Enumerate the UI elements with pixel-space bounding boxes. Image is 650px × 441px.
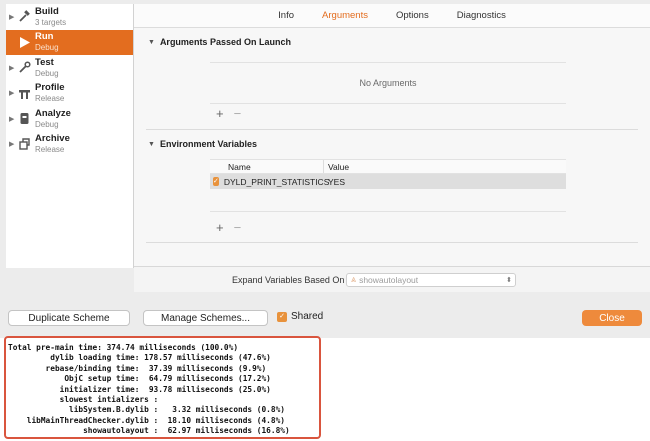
chevron-updown-icon: ⬍ xyxy=(506,276,512,284)
remove-argument-button[interactable]: − xyxy=(234,106,242,121)
environment-section-header[interactable]: ▼ Environment Variables xyxy=(148,139,257,149)
arguments-section-header[interactable]: ▼ Arguments Passed On Launch xyxy=(148,37,291,47)
disclosure-triangle-icon[interactable]: ▶ xyxy=(9,140,17,148)
console-line: libSystem.B.dylib : 3.32 milliseconds (0… xyxy=(8,405,285,415)
sidebar-item-label: Archive xyxy=(35,133,70,145)
console-output-highlight: Total pre-main time: 374.74 milliseconds… xyxy=(4,336,321,439)
sidebar-item-sublabel: Debug xyxy=(35,43,59,53)
environment-variables-table: Name Value ✓ DYLD_PRINT_STATISTICS YES xyxy=(210,159,566,212)
shared-checkbox-group[interactable]: ✓ Shared xyxy=(277,311,323,322)
manage-schemes-button[interactable]: Manage Schemes... xyxy=(143,310,268,326)
column-header-value[interactable]: Value xyxy=(324,162,349,172)
sidebar-item-sublabel: 3 targets xyxy=(35,17,67,27)
env-variable-name[interactable]: DYLD_PRINT_STATISTICS xyxy=(224,177,329,187)
console-line: showautolayout : 62.97 milliseconds (16.… xyxy=(8,426,290,436)
arguments-section-title: Arguments Passed On Launch xyxy=(159,37,291,47)
disclosure-triangle-icon[interactable]: ▶ xyxy=(9,115,17,123)
console-line: dylib loading time: 178.57 milliseconds … xyxy=(8,353,271,363)
instruments-icon xyxy=(17,86,31,100)
table-header: Name Value xyxy=(210,159,566,174)
tab-options[interactable]: Options xyxy=(382,10,443,21)
sidebar-item-label: Test xyxy=(35,56,54,68)
close-button[interactable]: Close xyxy=(582,310,642,326)
scheme-action-sidebar: ▶ Build 3 targets Run Debug ▶ Test Debug ▶ xyxy=(6,4,134,268)
column-header-name[interactable]: Name xyxy=(210,160,324,173)
app-target-icon: ⩓ xyxy=(351,274,357,284)
scheme-editor-window: ▶ Build 3 targets Run Debug ▶ Test Debug ▶ xyxy=(0,0,650,338)
remove-variable-button[interactable]: − xyxy=(234,220,242,235)
disclosure-triangle-icon[interactable]: ▶ xyxy=(9,13,17,21)
wrench-icon xyxy=(17,61,31,75)
expand-variables-label: Expand Variables Based On xyxy=(232,274,345,285)
console-line: slowest intializers : xyxy=(8,395,159,405)
table-row[interactable]: ✓ DYLD_PRINT_STATISTICS YES xyxy=(210,174,566,189)
sidebar-item-archive[interactable]: ▶ Archive Release xyxy=(6,132,133,158)
tab-bar: Info Arguments Options Diagnostics xyxy=(134,4,650,28)
arguments-list[interactable]: No Arguments xyxy=(210,62,566,104)
console-line: rebase/binding time: 37.39 milliseconds … xyxy=(8,363,267,373)
disclosure-triangle-icon[interactable]: ▶ xyxy=(9,64,17,72)
sidebar-item-test[interactable]: ▶ Test Debug xyxy=(6,55,133,81)
sidebar-item-label: Build xyxy=(35,5,59,17)
env-variable-value[interactable]: YES xyxy=(324,177,345,187)
add-argument-button[interactable]: + xyxy=(216,106,224,121)
analyze-icon xyxy=(17,112,31,126)
console-line: Total pre-main time: 374.74 milliseconds… xyxy=(8,343,239,352)
sidebar-item-profile[interactable]: ▶ Profile Release xyxy=(6,81,133,107)
table-empty-area[interactable] xyxy=(210,189,566,212)
environment-add-remove: + − xyxy=(216,220,241,235)
sidebar-item-analyze[interactable]: ▶ Analyze Debug xyxy=(6,106,133,132)
console-line: initializer time: 93.78 milliseconds (25… xyxy=(8,384,271,394)
sidebar-item-label: Analyze xyxy=(35,107,71,119)
sidebar-item-sublabel: Debug xyxy=(35,68,59,78)
environment-section-title: Environment Variables xyxy=(159,139,257,149)
no-arguments-label: No Arguments xyxy=(359,78,417,88)
duplicate-scheme-button[interactable]: Duplicate Scheme xyxy=(8,310,130,326)
hammer-icon xyxy=(17,10,31,24)
console-line: ObjC setup time: 64.79 milliseconds (17.… xyxy=(8,374,271,384)
shared-checkbox[interactable]: ✓ xyxy=(277,311,287,322)
disclosure-triangle-down-icon[interactable]: ▼ xyxy=(148,39,155,46)
sidebar-item-label: Profile xyxy=(35,82,65,94)
scheme-detail-panel: Info Arguments Options Diagnostics ▼ Arg… xyxy=(134,4,650,268)
play-icon xyxy=(17,35,31,49)
tab-info[interactable]: Info xyxy=(264,10,308,21)
add-variable-button[interactable]: + xyxy=(216,220,224,235)
disclosure-triangle-down-icon[interactable]: ▼ xyxy=(148,141,155,148)
archive-icon xyxy=(17,137,31,151)
tab-diagnostics[interactable]: Diagnostics xyxy=(443,10,520,21)
sidebar-item-sublabel: Release xyxy=(35,145,65,155)
sidebar-item-sublabel: Debug xyxy=(35,119,59,129)
sidebar-item-build[interactable]: ▶ Build 3 targets xyxy=(6,4,133,30)
arguments-add-remove: + − xyxy=(216,106,241,121)
console-line: libMainThreadChecker.dylib : 18.10 milli… xyxy=(8,415,285,425)
disclosure-triangle-icon[interactable]: ▶ xyxy=(9,89,17,97)
tab-arguments[interactable]: Arguments xyxy=(308,10,382,21)
shared-label: Shared xyxy=(291,311,324,322)
env-enabled-checkbox[interactable]: ✓ xyxy=(213,177,219,186)
expand-variables-select[interactable]: ⩓ showautolayout ⬍ xyxy=(346,272,516,287)
sidebar-item-run[interactable]: Run Debug xyxy=(6,29,133,55)
sidebar-item-label: Run xyxy=(35,31,54,43)
sidebar-item-sublabel: Release xyxy=(35,94,65,104)
section-divider xyxy=(146,242,638,243)
section-divider xyxy=(146,129,638,130)
expand-variables-value: showautolayout xyxy=(359,274,419,285)
expand-variables-bar: Expand Variables Based On ⩓ showautolayo… xyxy=(134,266,650,292)
console-output-text: Total pre-main time: 374.74 milliseconds… xyxy=(6,338,319,437)
